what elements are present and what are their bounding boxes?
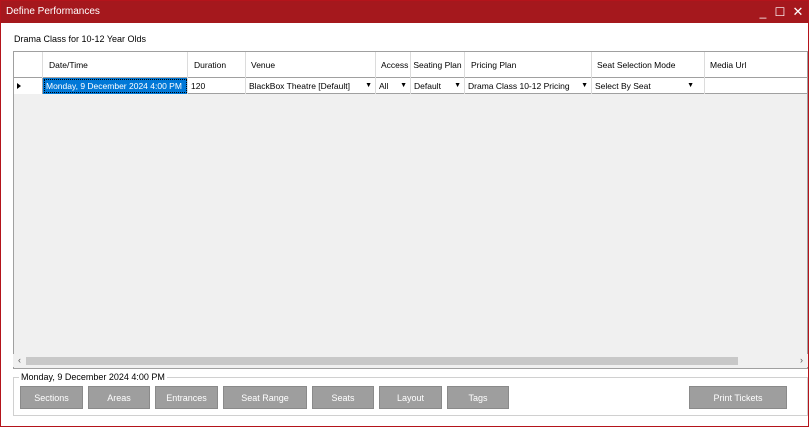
column-header-media-url[interactable]: Media Url xyxy=(705,52,807,78)
window-title: Define Performances xyxy=(6,6,100,17)
areas-button[interactable]: Areas xyxy=(88,386,150,409)
seat-selection-mode-value: Select By Seat xyxy=(595,81,651,91)
horizontal-scrollbar[interactable]: ‹ › xyxy=(13,354,808,367)
chevron-down-icon[interactable]: ▼ xyxy=(581,78,588,94)
scroll-right-icon[interactable]: › xyxy=(795,354,808,367)
pricing-plan-dropdown[interactable]: Drama Class 10-12 Pricing ▼ xyxy=(465,78,592,94)
maximize-icon[interactable]: ☐ xyxy=(770,3,790,21)
chevron-down-icon[interactable]: ▼ xyxy=(687,78,694,94)
access-dropdown[interactable]: All ▼ xyxy=(376,78,411,94)
chevron-down-icon[interactable]: ▼ xyxy=(454,78,461,94)
column-header-duration[interactable]: Duration xyxy=(188,52,246,78)
column-header-venue[interactable]: Venue xyxy=(246,52,376,78)
sections-button[interactable]: Sections xyxy=(20,386,83,409)
row-header[interactable] xyxy=(14,78,43,94)
performances-grid[interactable]: Date/Time Duration Venue Access Seating … xyxy=(13,51,808,369)
cell-duration[interactable]: 120 xyxy=(188,78,246,94)
seating-plan-dropdown[interactable]: Default ▼ xyxy=(411,78,465,94)
column-header-access[interactable]: Access xyxy=(376,52,411,78)
layout-button[interactable]: Layout xyxy=(379,386,442,409)
table-row[interactable]: Monday, 9 December 2024 4:00 PM 120 Blac… xyxy=(14,78,807,94)
tags-button[interactable]: Tags xyxy=(447,386,509,409)
grid-header: Date/Time Duration Venue Access Seating … xyxy=(14,52,807,78)
column-header-seating-plan[interactable]: Seating Plan xyxy=(411,52,465,78)
venue-dropdown[interactable]: BlackBox Theatre [Default] ▼ xyxy=(246,78,376,94)
access-value: All xyxy=(379,81,389,91)
define-performances-window: Define Performances _ ☐ ✕ Drama Class fo… xyxy=(0,0,809,427)
chevron-down-icon[interactable]: ▼ xyxy=(400,78,407,94)
close-icon[interactable]: ✕ xyxy=(788,3,808,21)
row-header-corner xyxy=(14,52,43,78)
current-row-icon xyxy=(17,83,21,89)
column-header-seat-selection-mode[interactable]: Seat Selection Mode xyxy=(592,52,705,78)
seating-plan-value: Default xyxy=(414,81,441,91)
scroll-left-icon[interactable]: ‹ xyxy=(13,354,26,367)
seat-selection-mode-dropdown[interactable]: Select By Seat ▼ xyxy=(592,78,705,94)
venue-value: BlackBox Theatre [Default] xyxy=(249,81,350,91)
selected-performance-label: Monday, 9 December 2024 4:00 PM xyxy=(19,372,167,382)
pricing-plan-value: Drama Class 10-12 Pricing xyxy=(468,81,570,91)
cell-media-url[interactable] xyxy=(705,78,807,94)
print-tickets-button[interactable]: Print Tickets xyxy=(689,386,787,409)
seats-button[interactable]: Seats xyxy=(312,386,374,409)
cell-datetime[interactable]: Monday, 9 December 2024 4:00 PM xyxy=(43,78,188,94)
performance-details-group: Monday, 9 December 2024 4:00 PM Sections… xyxy=(13,372,808,416)
title-bar[interactable]: Define Performances _ ☐ ✕ xyxy=(1,1,808,23)
column-header-pricing-plan[interactable]: Pricing Plan xyxy=(465,52,592,78)
event-heading: Drama Class for 10-12 Year Olds xyxy=(14,34,147,44)
chevron-down-icon[interactable]: ▼ xyxy=(365,78,372,94)
scrollbar-thumb[interactable] xyxy=(26,357,738,365)
entrances-button[interactable]: Entrances xyxy=(155,386,218,409)
column-header-datetime[interactable]: Date/Time xyxy=(43,52,188,78)
seat-range-button[interactable]: Seat Range xyxy=(223,386,307,409)
